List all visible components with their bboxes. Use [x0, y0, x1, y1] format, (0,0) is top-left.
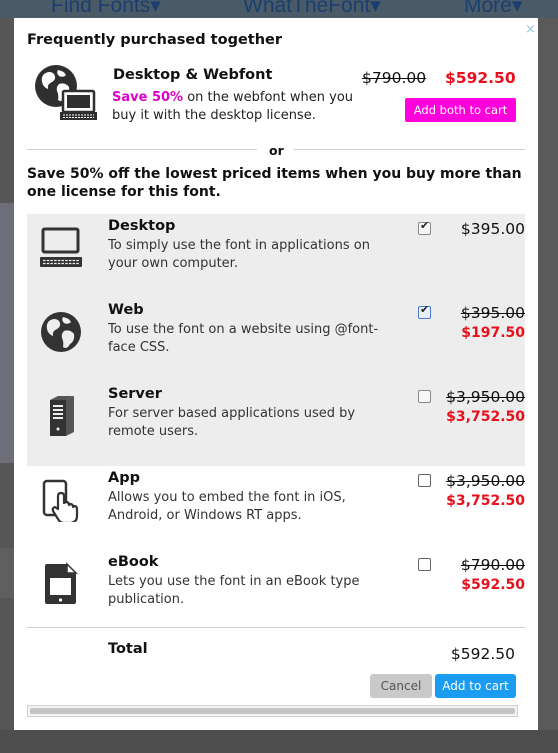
bundle-name: Desktop & Webfont	[113, 67, 273, 83]
option-name: Server	[108, 386, 162, 402]
bundle-description: Save 50% on the webfont when you buy it …	[112, 89, 372, 124]
chevron-down-icon: ▾	[150, 0, 161, 17]
option-price: $395.00	[460, 220, 525, 238]
license-option-web: Web To use the font on a website using @…	[27, 298, 525, 382]
option-price: $790.00	[460, 556, 525, 574]
server-checkbox[interactable]	[418, 390, 431, 403]
desktop-icon	[40, 227, 82, 267]
divider	[27, 149, 257, 150]
chevron-down-icon: ▾	[511, 0, 523, 17]
option-sale-price: $3,752.50	[446, 493, 525, 509]
nav-whatthefont-label: WhatTheFont	[243, 0, 371, 17]
bundle-new-price: $592.50	[445, 69, 516, 87]
server-icon	[50, 396, 74, 436]
close-icon[interactable]: ×	[525, 23, 536, 36]
modal-title: Frequently purchased together	[27, 32, 283, 48]
option-description: To use the font on a website using @font…	[108, 322, 379, 355]
option-description: Allows you to embed the font in iOS, And…	[108, 490, 346, 523]
option-price: $3,950.00	[446, 472, 525, 490]
option-name: Desktop	[108, 218, 176, 234]
option-sale-price: $3,752.50	[446, 409, 525, 425]
divider	[27, 627, 525, 628]
option-sale-price: $592.50	[461, 577, 525, 593]
chevron-down-icon: ▾	[370, 0, 381, 17]
option-name: Web	[108, 302, 144, 318]
app-checkbox[interactable]	[418, 474, 431, 487]
bundle-old-price: $790.00	[362, 69, 427, 87]
check-icon: ✔	[420, 219, 430, 232]
desktop-checkbox[interactable]: ✔	[418, 219, 431, 235]
background-nav: Find Fonts▾ WhatTheFont▾ More▾	[0, 0, 558, 18]
total-value: $592.50	[450, 645, 515, 663]
option-price: $3,950.00	[446, 388, 525, 406]
option-description: To simply use the font in applications o…	[108, 238, 370, 271]
nav-more: More▾	[464, 0, 522, 18]
option-name: App	[108, 470, 140, 486]
add-to-cart-button[interactable]: Add to cart	[435, 674, 516, 698]
license-option-desktop: Desktop To simply use the font in applic…	[27, 214, 525, 298]
nav-more-label: More	[464, 0, 512, 17]
nav-find-fonts: Find Fonts▾	[51, 0, 161, 18]
option-sale-price: $197.50	[461, 325, 525, 341]
scrollbar-thumb[interactable]	[30, 708, 515, 714]
license-option-server: Server For server based applications use…	[27, 382, 525, 466]
app-icon	[42, 479, 79, 522]
bundle-highlight: Save 50%	[112, 90, 184, 105]
background-banner	[0, 203, 14, 463]
desktop-webfont-icon	[35, 65, 97, 120]
nav-find-fonts-label: Find Fonts	[51, 0, 151, 17]
horizontal-scrollbar[interactable]	[27, 705, 518, 717]
nav-whatthefont: WhatTheFont▾	[243, 0, 381, 18]
background-block	[0, 548, 14, 598]
globe-icon	[41, 312, 81, 352]
divider	[294, 149, 525, 150]
web-checkbox[interactable]: ✔	[418, 303, 431, 319]
total-label: Total	[108, 641, 148, 657]
option-description: Lets you use the font in an eBook type p…	[108, 574, 360, 607]
discount-intro: Save 50% off the lowest priced items whe…	[27, 166, 522, 200]
option-description: For server based applications used by re…	[108, 406, 356, 439]
ebook-checkbox[interactable]	[418, 558, 431, 571]
add-both-to-cart-button[interactable]: Add both to cart	[405, 98, 516, 122]
or-label: or	[269, 143, 284, 158]
background-left-strip	[0, 18, 14, 753]
background-bottom-strip	[0, 730, 558, 753]
ebook-icon	[45, 562, 78, 604]
license-option-ebook: eBook Lets you use the font in an eBook …	[27, 550, 525, 634]
option-name: eBook	[108, 554, 159, 570]
license-option-app: App Allows you to embed the font in iOS,…	[27, 466, 525, 550]
cancel-button[interactable]: Cancel	[370, 674, 432, 698]
purchase-modal: × Frequently purchased together Desktop …	[14, 18, 538, 730]
check-icon: ✔	[420, 303, 430, 316]
background-right-strip	[538, 18, 558, 753]
option-price: $395.00	[460, 304, 525, 322]
